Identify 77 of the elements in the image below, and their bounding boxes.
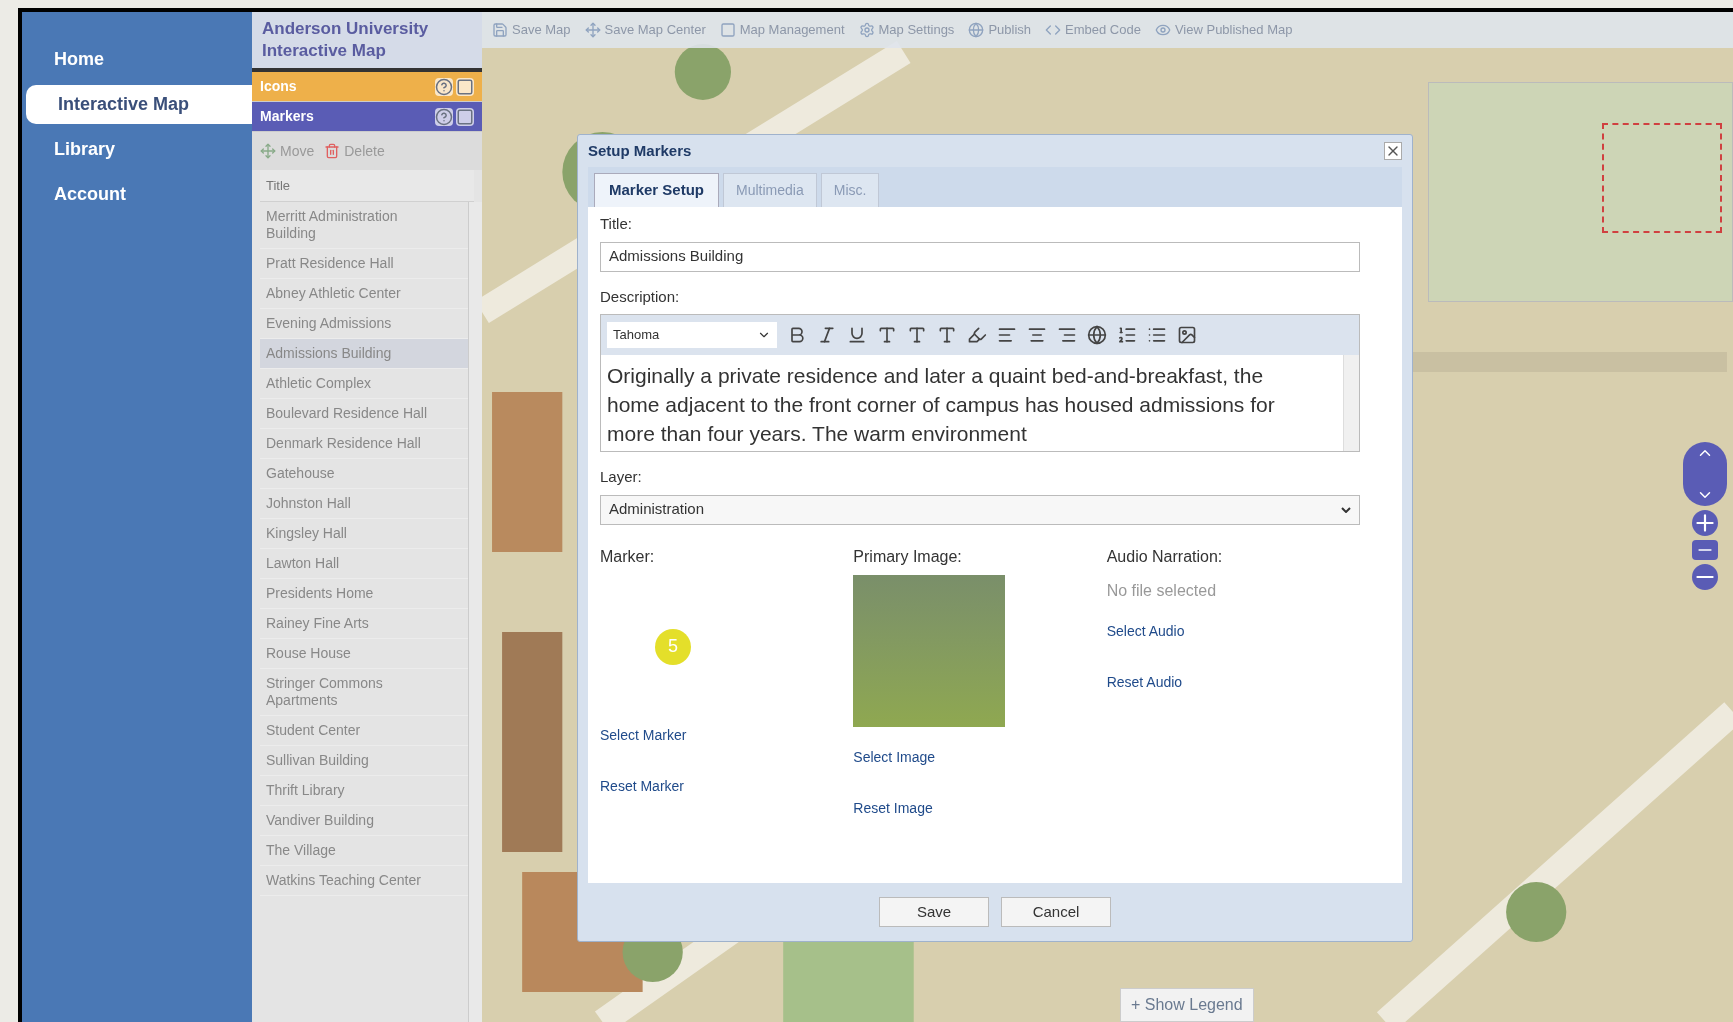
rich-text-editor[interactable]: Tahoma Originally a private residence and later a quaint bed-and-breakfast, the home adjacent to the front corner of campus has housed admissions for more than four years. The warm environment [600,314,1360,452]
field-label: Layer: [600,467,643,487]
link[interactable]: Select Marker [600,724,854,746]
field-label: Primary Image: [853,546,963,567]
tab[interactable]: Misc. [820,173,880,207]
title-field[interactable]: Admissions Building [600,241,1360,272]
toolbar-button[interactable]: Save Map Center [584,20,706,40]
dialog-title: Setup Markers [588,140,692,161]
field-label: Audio Narration: [1106,546,1224,567]
collapse-icon[interactable] [456,77,474,96]
dialog-button[interactable]: Cancel [1001,897,1111,927]
help-icon[interactable] [435,77,453,96]
editor-tool-icon[interactable] [937,325,957,345]
link[interactable]: Reset Marker [600,775,854,797]
layer-select[interactable]: Administration [600,494,1360,525]
toolbar-button[interactable]: Map Management [719,20,845,40]
editor-tool-icon[interactable] [907,325,927,345]
tab[interactable]: Marker Setup [594,173,720,207]
toolbar-button[interactable]: View Published Map [1154,20,1293,40]
link[interactable]: Reset Image [853,797,1107,819]
editor-tool-icon[interactable] [817,325,837,345]
nav-item[interactable]: Library [22,130,252,169]
tab[interactable]: Multimedia [723,173,817,207]
link[interactable]: Select Image [853,746,1107,768]
editor-tool-icon[interactable] [967,325,987,345]
list-item[interactable]: Admissions Building [260,339,468,369]
toolbar-button[interactable]: Map Settings [858,20,955,40]
panel-header[interactable]: Markers [252,102,482,132]
nav-item[interactable]: Account [22,175,252,214]
scrollbar[interactable] [468,202,482,1022]
font-select[interactable]: Tahoma [607,322,777,348]
link[interactable]: Reset Audio [1106,671,1360,693]
editor-tool-icon[interactable] [997,325,1017,345]
toolbar-icon [584,22,601,38]
dialog-button[interactable]: Save [879,897,989,927]
caret-icon [1341,506,1351,513]
editor-tool-icon[interactable] [847,325,867,345]
toolbar-icon [1154,22,1171,38]
editor-tool-icon[interactable] [1147,325,1167,345]
move-icon [260,143,276,159]
toolbar-button[interactable]: Delete [324,140,385,162]
toolbar-button[interactable]: Embed Code [1045,20,1141,40]
panel-header[interactable]: Icons [252,72,482,102]
field-label: Title: [600,214,633,234]
scrollbar[interactable] [1343,355,1359,451]
close-icon[interactable] [1384,142,1402,160]
toolbar-icon [1045,22,1061,38]
editor-tool-icon[interactable] [1087,325,1107,345]
toolbar-button[interactable]: Save Map [492,20,571,40]
nav-item[interactable]: Home [22,40,252,79]
toolbar-icon [968,22,985,38]
collapse-icon[interactable] [456,107,474,126]
toolbar-icon [492,22,508,38]
sidebar-title: Anderson University Interactive Map [252,12,482,72]
editor-tool-icon[interactable] [877,325,897,345]
description-text: Originally a private residence and later a quaint bed-and-breakfast, the home adjacent to the front corner of campus has housed admissions for more than four years. The warm environment [606,363,1276,447]
panel-title: Markers [260,107,314,126]
panel-title: Icons [260,77,297,96]
editor-tool-icon[interactable] [1117,325,1137,345]
field-label: Marker: [600,546,656,567]
nav-item[interactable]: Interactive Map [26,85,252,124]
marker-icon: 5 [655,628,691,665]
column-header[interactable]: Title [260,170,474,202]
toolbar-icon [858,22,875,38]
field-label: Description: [600,286,681,307]
editor-tool-icon[interactable] [1177,325,1197,345]
help-icon[interactable] [435,107,453,126]
delete-icon [324,143,341,159]
toolbar-button[interactable]: Move [260,140,315,162]
zoom-bar-icon[interactable] [1692,540,1718,560]
toolbar-button[interactable]: Publish [968,20,1031,40]
editor-tool-icon[interactable] [1027,325,1047,345]
show-legend-button[interactable]: + Show Legend [1120,988,1254,1022]
link[interactable]: Select Audio [1106,620,1360,642]
toolbar-icon [719,22,736,38]
editor-tool-icon[interactable] [1057,325,1077,345]
file-status: No file selected [1106,580,1218,601]
